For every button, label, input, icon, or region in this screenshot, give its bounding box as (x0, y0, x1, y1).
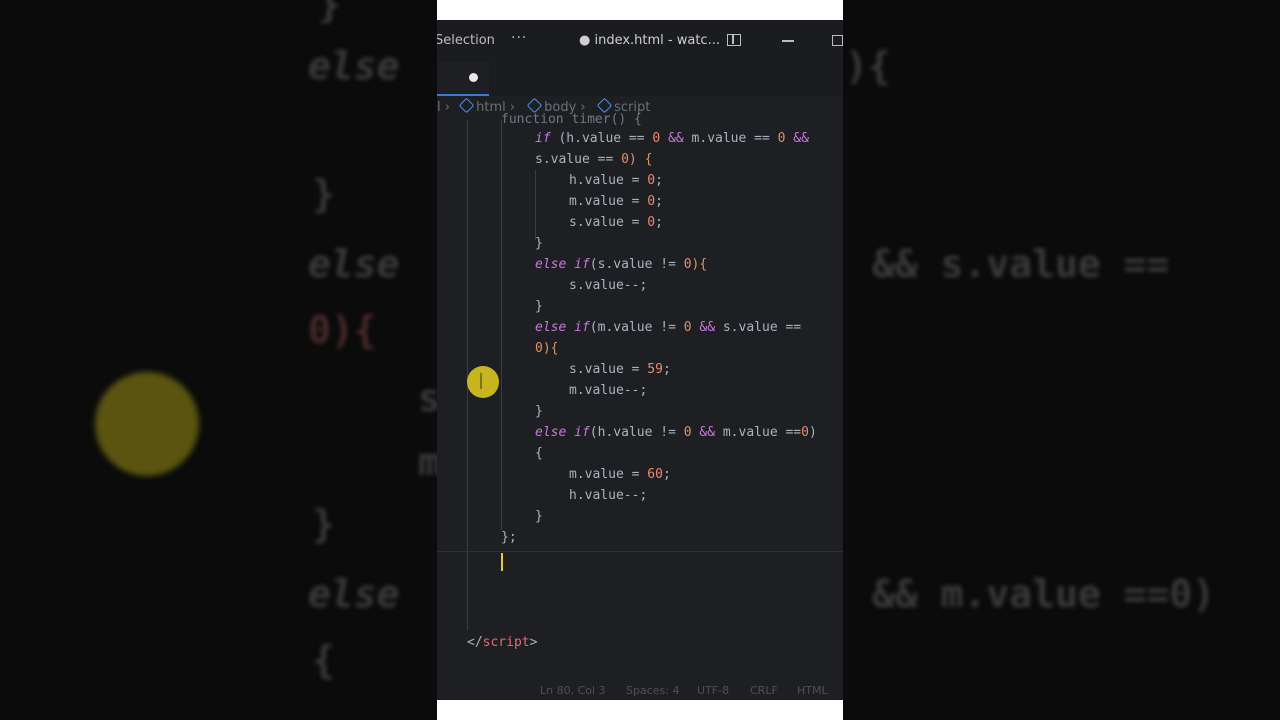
code-line: h.value = 0; (569, 173, 663, 188)
more-menu-icon[interactable]: ··· (511, 30, 527, 46)
layout-icon[interactable] (727, 34, 741, 46)
code-line: s.value = 59; (569, 362, 671, 377)
bg-brace-2: } (312, 502, 335, 546)
code-line: else if(s.value != 0){ (535, 257, 708, 272)
status-eol[interactable]: CRLF (750, 684, 778, 697)
bg-brace-3: { (312, 638, 335, 682)
code-line: } (535, 299, 543, 314)
code-line: }; (501, 530, 517, 545)
phone-frame: Selection ··· ● index.html - watc... l ›… (437, 0, 843, 720)
code-line: { (535, 446, 543, 461)
breadcrumb-chevron: l › (437, 100, 450, 115)
code-line: } (535, 404, 543, 419)
element-icon (458, 97, 475, 114)
status-language[interactable]: HTML (797, 684, 828, 697)
code-line: else if(m.value != 0 && s.value == (535, 320, 802, 335)
mouse-cursor-highlight (467, 366, 499, 398)
bg-brace-1: } (312, 172, 335, 216)
minimize-icon[interactable] (782, 40, 794, 42)
code-line: h.value--; (569, 488, 648, 503)
code-line: } (535, 236, 543, 251)
code-line: s.value == 0) { (535, 152, 653, 167)
bg-else-3: else (308, 572, 400, 616)
indent-guide (535, 170, 536, 240)
bg-zero-brace: 0){ (308, 308, 377, 352)
bg-else-1: else (308, 44, 400, 88)
bg-right-1: ){ (845, 44, 891, 88)
title-bar: Selection ··· ● index.html - watc... (437, 20, 843, 62)
current-line-highlight (437, 551, 843, 552)
code-line: m.value--; (569, 383, 648, 398)
code-line: 0){ (535, 341, 559, 356)
indent-guide (501, 120, 502, 530)
window-title: ● index.html - watc... (579, 33, 720, 48)
bg-right-3: && m.value ==0) (872, 572, 1216, 616)
status-cursor-position[interactable]: Ln 80, Col 3 (540, 684, 606, 697)
bg-right-2: && s.value == (872, 242, 1170, 286)
bg-else-2: else (308, 242, 400, 286)
status-indentation[interactable]: Spaces: 4 (626, 684, 679, 697)
code-editor-window: Selection ··· ● index.html - watc... l ›… (437, 20, 843, 700)
code-line: m.value = 60; (569, 467, 671, 482)
unsaved-dot-icon[interactable] (469, 73, 478, 82)
tab-bar (437, 62, 843, 96)
tab-index-html[interactable] (437, 62, 489, 96)
code-line: m.value = 0; (569, 194, 663, 209)
text-caret (501, 553, 503, 571)
maximize-icon[interactable] (832, 35, 843, 46)
code-line: } (535, 509, 543, 524)
code-line: else if(h.value != 0 && m.value ==0) (535, 425, 817, 440)
bg-mouse-highlight (95, 372, 199, 476)
menu-selection[interactable]: Selection (437, 33, 495, 48)
status-encoding[interactable]: UTF-8 (697, 684, 729, 697)
status-bar: Ln 80, Col 3 Spaces: 4 UTF-8 CRLF HTML (437, 682, 843, 700)
bg-brace-top: } (318, 0, 341, 26)
code-line: s.value--; (569, 278, 648, 293)
code-area[interactable]: function timer() { if (h.value == 0 && m… (437, 112, 843, 680)
code-line: </script> (467, 635, 538, 650)
code-line: function timer() { (501, 112, 642, 127)
code-line: s.value = 0; (569, 215, 663, 230)
code-line: if (h.value == 0 && m.value == 0 && (535, 131, 809, 146)
